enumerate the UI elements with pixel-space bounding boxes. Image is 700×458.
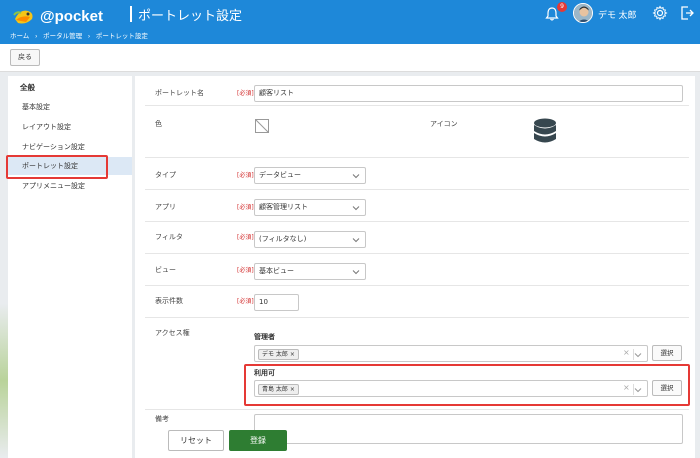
page-title: ポートレット設定 (138, 8, 243, 23)
gear-icon[interactable] (652, 5, 668, 21)
notification-badge: 9 (557, 2, 567, 12)
row-color-icon: 色 アイコン (145, 106, 689, 158)
toolbar: 戻る (0, 44, 700, 72)
type-select-value: データビュー (259, 171, 301, 179)
chevron-down-icon (352, 206, 360, 211)
background-strip (0, 72, 8, 458)
no-color-icon (255, 119, 269, 133)
required-mark: [必須] (237, 298, 254, 305)
required-mark: [必須] (237, 204, 254, 211)
portlet-name-input[interactable]: 顧客リスト (254, 85, 683, 102)
admin-tag: デモ 太郎 × (258, 349, 299, 360)
avatar-image (574, 4, 592, 22)
breadcrumb-sep: › (35, 33, 38, 40)
sidebar-item-navigation[interactable]: ナビゲーション設定 (8, 138, 132, 156)
user-name[interactable]: デモ 太郎 (598, 8, 637, 21)
sidebar-item-basic[interactable]: 基本設定 (8, 98, 132, 116)
sidebar-heading: 全般 (20, 83, 35, 92)
app-select[interactable]: 顧客管理リスト (254, 199, 366, 216)
save-button[interactable]: 登録 (229, 430, 287, 451)
portlet-name-label: ポートレット名 (155, 89, 204, 97)
sidebar-item-app-menu[interactable]: アプリメニュー設定 (8, 177, 132, 195)
sidebar-item-layout[interactable]: レイアウト設定 (8, 118, 132, 136)
filter-select[interactable]: (フィルタなし) (254, 231, 366, 248)
chevron-down-icon (352, 270, 360, 275)
logo[interactable]: @pocket (12, 5, 122, 27)
breadcrumb-portal-admin[interactable]: ポータル管理 (43, 33, 82, 40)
avatar[interactable] (573, 3, 593, 23)
filter-select-value: (フィルタなし) (259, 235, 307, 243)
admin-select-button[interactable]: 選択 (652, 345, 682, 361)
row-remarks: 備考 (145, 410, 689, 450)
row-view: ビュー [必須] 基本ビュー (145, 254, 689, 286)
app-label: アプリ (155, 203, 176, 211)
row-filter: フィルタ [必須] (フィルタなし) (145, 222, 689, 254)
breadcrumb-home[interactable]: ホーム (10, 33, 29, 40)
bird-logo-icon (13, 10, 33, 24)
header-separator (130, 6, 132, 22)
icon-label: アイコン (430, 120, 458, 128)
app-select-value: 顧客管理リスト (259, 203, 308, 211)
display-count-input[interactable]: 10 (254, 294, 299, 311)
chevron-down-icon[interactable] (634, 351, 642, 359)
chevron-down-icon (352, 238, 360, 243)
row-portlet-name: ポートレット名 [必須] 顧客リスト (145, 76, 689, 106)
required-mark: [必須] (237, 90, 254, 97)
required-mark: [必須] (237, 172, 254, 179)
remarks-label: 備考 (155, 415, 169, 423)
access-label: アクセス権 (155, 329, 190, 337)
clear-icon[interactable]: × (623, 348, 630, 357)
admin-label: 管理者 (254, 333, 275, 341)
row-display-count: 表示件数 [必須] 10 (145, 286, 689, 318)
breadcrumb: ホーム › ポータル管理 › ポートレット設定 (10, 30, 152, 40)
remarks-textarea[interactable] (254, 414, 683, 444)
database-icon[interactable] (533, 118, 557, 148)
view-select[interactable]: 基本ビュー (254, 263, 366, 280)
required-mark: [必須] (237, 267, 254, 274)
access-highlight-box (244, 364, 690, 406)
required-mark: [必須] (237, 234, 254, 241)
logo-text: @pocket (40, 8, 103, 25)
settings-sidebar: 全般 基本設定 レイアウト設定 ナビゲーション設定 ポートレット設定 アプリメニ… (8, 76, 132, 458)
app-header: @pocket ポートレット設定 ホーム › ポータル管理 › ポートレット設定… (0, 0, 700, 44)
display-count-label: 表示件数 (155, 297, 183, 305)
color-picker[interactable] (255, 119, 269, 133)
type-label: タイプ (155, 171, 176, 179)
reset-button[interactable]: リセット (168, 430, 224, 451)
admin-multiselect[interactable]: デモ 太郎 × × (254, 345, 648, 362)
view-select-value: 基本ビュー (259, 267, 294, 275)
view-label: ビュー (155, 266, 176, 274)
back-button[interactable]: 戻る (10, 49, 40, 66)
row-type: タイプ [必須] データビュー (145, 158, 689, 190)
tag-remove-icon[interactable]: × (290, 351, 295, 358)
chevron-down-icon (352, 174, 360, 179)
breadcrumb-current: ポートレット設定 (95, 33, 148, 40)
color-label: 色 (155, 120, 162, 128)
sidebar-highlight-box (6, 155, 108, 179)
admin-tag-name: デモ 太郎 (262, 351, 288, 358)
row-app: アプリ [必須] 顧客管理リスト (145, 190, 689, 222)
breadcrumb-sep: › (87, 33, 91, 40)
type-select[interactable]: データビュー (254, 167, 366, 184)
logout-icon[interactable] (680, 5, 694, 21)
filter-label: フィルタ (155, 233, 183, 241)
